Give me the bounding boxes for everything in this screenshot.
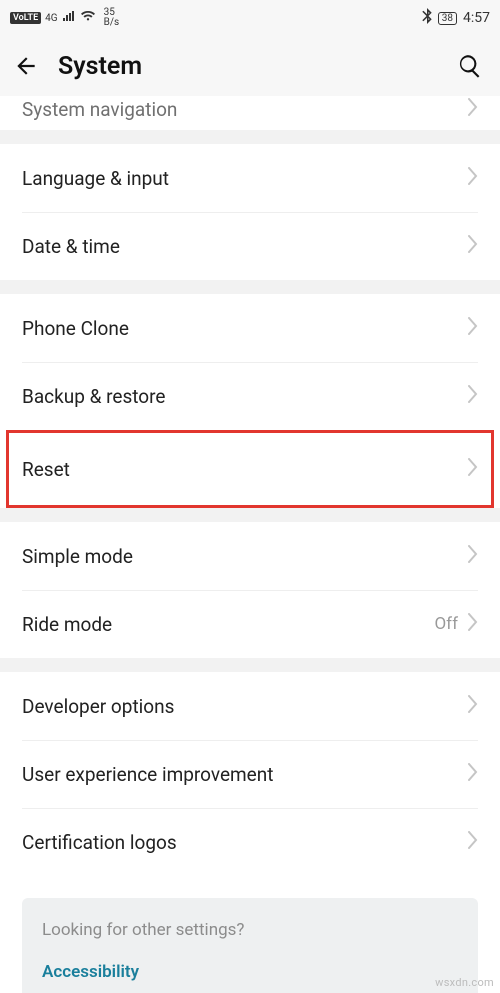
chevron-right-icon <box>468 98 478 120</box>
status-left: VoLTE 4G 35 B/s <box>10 8 119 28</box>
settings-group-0: System navigation <box>0 96 500 130</box>
row-system-navigation[interactable]: System navigation <box>0 96 500 130</box>
row-user-experience-improvement[interactable]: User experience improvement <box>0 740 500 808</box>
page-title: System <box>58 52 456 81</box>
clock: 4:57 <box>463 10 490 26</box>
row-label: Reset <box>22 458 468 481</box>
settings-group-2: Phone Clone Backup & restore Reset <box>0 294 500 508</box>
network-rate-unit: B/s <box>104 18 120 28</box>
settings-group-4: Developer options User experience improv… <box>0 672 500 876</box>
chevron-right-icon <box>468 763 478 785</box>
row-label: Simple mode <box>22 545 468 568</box>
row-simple-mode[interactable]: Simple mode <box>0 522 500 590</box>
group-separator <box>0 130 500 144</box>
row-certification-logos[interactable]: Certification logos <box>0 808 500 876</box>
battery-percent: 38 <box>442 13 453 24</box>
chevron-right-icon <box>468 545 478 567</box>
row-label: User experience improvement <box>22 763 468 786</box>
status-bar: VoLTE 4G 35 B/s 38 4:57 <box>0 0 500 36</box>
search-button[interactable] <box>456 52 484 80</box>
settings-list[interactable]: System navigation Language & input Date … <box>0 96 500 993</box>
row-label: Developer options <box>22 695 468 718</box>
row-label: Phone Clone <box>22 317 468 340</box>
battery-indicator: 38 <box>438 12 457 25</box>
group-separator <box>0 508 500 522</box>
row-reset[interactable]: Reset <box>0 430 500 508</box>
wifi-icon <box>80 10 96 26</box>
row-language-input[interactable]: Language & input <box>0 144 500 212</box>
chevron-right-icon <box>468 235 478 257</box>
chevron-right-icon <box>468 458 478 480</box>
settings-group-3: Simple mode Ride mode Off <box>0 522 500 658</box>
chevron-right-icon <box>468 831 478 853</box>
row-label: Backup & restore <box>22 385 468 408</box>
signal-icon <box>62 10 76 26</box>
row-label: System navigation <box>22 98 468 121</box>
row-label: Ride mode <box>22 613 434 636</box>
chevron-right-icon <box>468 613 478 635</box>
other-settings-card: Looking for other settings? Accessibilit… <box>22 898 478 993</box>
group-separator <box>0 658 500 672</box>
row-label: Certification logos <box>22 831 468 854</box>
row-developer-options[interactable]: Developer options <box>0 672 500 740</box>
network-rate: 35 B/s <box>104 8 120 28</box>
row-phone-clone[interactable]: Phone Clone <box>0 294 500 362</box>
row-date-time[interactable]: Date & time <box>0 212 500 280</box>
chevron-right-icon <box>468 695 478 717</box>
bluetooth-icon <box>422 8 432 28</box>
row-backup-restore[interactable]: Backup & restore <box>0 362 500 430</box>
row-ride-mode[interactable]: Ride mode Off <box>0 590 500 658</box>
watermark: wsxdn.com <box>435 976 494 989</box>
chevron-right-icon <box>468 167 478 189</box>
back-button[interactable] <box>12 52 40 80</box>
status-right: 38 4:57 <box>422 8 490 28</box>
settings-group-1: Language & input Date & time <box>0 144 500 280</box>
header: System <box>0 36 500 96</box>
link-accessibility[interactable]: Accessibility <box>42 962 458 982</box>
volte-badge: VoLTE <box>10 12 41 24</box>
row-label: Language & input <box>22 167 468 190</box>
chevron-right-icon <box>468 317 478 339</box>
other-settings-prompt: Looking for other settings? <box>42 920 458 940</box>
chevron-right-icon <box>468 385 478 407</box>
row-label: Date & time <box>22 235 468 258</box>
network-indicator: 4G <box>45 13 57 24</box>
group-separator <box>0 280 500 294</box>
row-value: Off <box>434 614 458 634</box>
